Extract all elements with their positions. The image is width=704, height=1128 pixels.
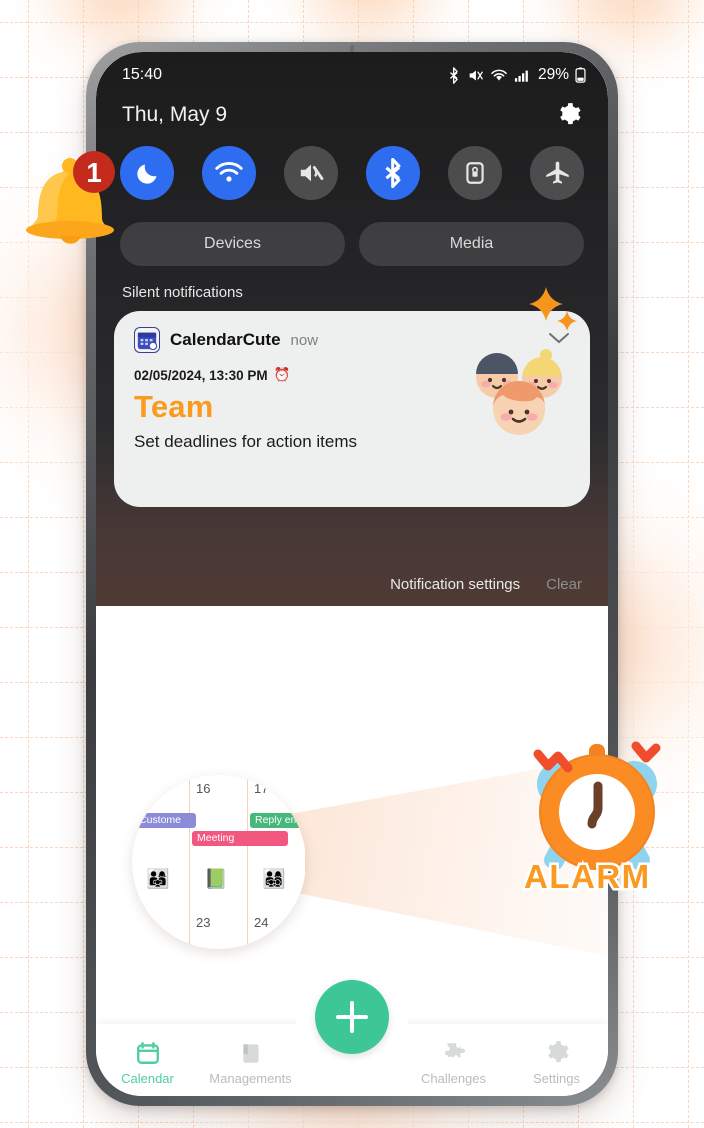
shade-action-row: Notification settings Clear	[96, 562, 608, 606]
shade-pills: Devices Media	[96, 200, 608, 266]
notification-datetime-text: 02/05/2024, 13:30 PM	[134, 367, 268, 383]
toggle-screen-lock[interactable]	[448, 146, 502, 200]
magnifier-day-cell: 24	[248, 909, 306, 949]
toggle-do-not-disturb[interactable]	[120, 146, 174, 200]
nav-item-calendar[interactable]: Calendar	[96, 1040, 199, 1096]
magnifier-event-chip: Custome	[134, 813, 196, 828]
wifi-icon	[215, 162, 243, 182]
shade-header: Thu, May 9	[96, 98, 608, 128]
magnifier-sticker: 📗	[204, 869, 228, 890]
magnifier-sticker: 👨‍👩‍👧	[146, 869, 170, 890]
phone-frame: 👨‍👩‍👦📗🧒👧📒🏠👵22232425262728PetWeadingStudy…	[86, 42, 618, 1106]
phone-screen: 👨‍👩‍👦📗🧒👧📒🏠👵22232425262728PetWeadingStudy…	[96, 52, 608, 1096]
notification-app-name: CalendarCute	[170, 330, 281, 349]
sparkle-icon	[556, 310, 578, 337]
magnifier-day-cell: 15	[132, 775, 190, 809]
magnifier-day-number: 24	[254, 915, 269, 930]
gear-icon	[547, 1041, 569, 1063]
magnifier-day-number: 22	[138, 915, 153, 930]
add-event-fab[interactable]	[315, 980, 389, 1054]
magnifier-day-number: 23	[196, 915, 211, 930]
gear-icon[interactable]	[556, 102, 582, 128]
calendar-app-icon	[134, 327, 160, 353]
toggle-airplane-mode[interactable]	[530, 146, 584, 200]
magnifier-day-number: 16	[196, 781, 211, 796]
nav-item-settings[interactable]: Settings	[505, 1040, 608, 1096]
book-icon	[242, 1044, 259, 1063]
toggle-bluetooth[interactable]	[366, 146, 420, 200]
airplane-icon	[545, 161, 569, 184]
devices-button[interactable]: Devices	[120, 222, 345, 266]
magnifier-day-number: 17	[254, 781, 269, 796]
puzzle-icon	[444, 1043, 465, 1058]
calendar-icon	[136, 1042, 159, 1064]
three-faces-icon	[468, 347, 568, 439]
quick-toggles	[96, 128, 608, 200]
media-button[interactable]: Media	[359, 222, 584, 266]
mute-icon	[300, 164, 324, 182]
lock-icon	[466, 162, 484, 184]
magnifier-day-cell: 17	[248, 775, 306, 809]
nav-label-calendar: Calendar	[121, 1071, 174, 1086]
magnifier-sticker: 👨‍👩‍👧‍👦	[262, 869, 286, 890]
bluetooth-icon	[384, 158, 400, 188]
notification-settings-button[interactable]: Notification settings	[390, 576, 520, 593]
battery-percent: 29%	[537, 66, 569, 83]
status-icons: 29%	[448, 66, 586, 84]
magnifier-day-body: Meeting 📗	[190, 809, 288, 909]
bell-sticker: 1	[8, 140, 126, 258]
toggle-wifi[interactable]	[202, 146, 256, 200]
notification-shade: 15:40 29% Thu, May 9 Devices Media Silen…	[96, 52, 608, 606]
bluetooth-icon	[449, 66, 458, 84]
nav-item-managements[interactable]: Managements	[199, 1040, 302, 1096]
nav-item-challenges[interactable]: Challenges	[402, 1040, 505, 1096]
magnifier-content: 15 16 17 Custome 👨‍👩‍👧 Meeting 📗 Reply emai 👨‍👩‍…	[132, 775, 306, 949]
shade-date: Thu, May 9	[122, 103, 228, 126]
status-time: 15:40	[122, 66, 163, 83]
magnifier-day-cell: 16	[190, 775, 248, 809]
toggle-sound-mute[interactable]	[284, 146, 338, 200]
nav-label-challenges: Challenges	[420, 1071, 487, 1086]
nav-label-settings: Settings	[533, 1071, 580, 1086]
magnifier-day-body: Reply emai 👨‍👩‍👧‍👦	[248, 809, 306, 909]
magnifier-day-cell: 22	[132, 909, 190, 949]
alarm-clock-icon: ⏰	[273, 367, 291, 382]
magnifier-event-chip: Reply emai	[250, 813, 306, 828]
magnifier-day-cell: 23	[190, 909, 248, 949]
moon-icon	[136, 164, 156, 184]
alarm-sticker-label: ALARM	[522, 856, 652, 898]
notification-time: now	[290, 331, 319, 349]
magnifier-day-body: Custome 👨‍👩‍👧	[132, 809, 196, 909]
mute-icon	[469, 70, 483, 80]
magnifier-day-number: 15	[138, 781, 153, 796]
magnifier-lens: 15 16 17 Custome 👨‍👩‍👧 Meeting 📗 Reply emai 👨‍👩‍…	[132, 775, 306, 949]
plus-icon	[336, 1001, 368, 1033]
notification-card[interactable]: CalendarCute now 02/05/2024, 13:30 PM ⏰ …	[114, 311, 590, 507]
wifi-icon	[491, 69, 507, 81]
battery-icon	[575, 67, 586, 83]
clear-button[interactable]: Clear	[546, 576, 582, 593]
signal-icon	[514, 70, 528, 82]
nav-label-managements: Managements	[209, 1071, 292, 1086]
bell-badge-count: 1	[86, 157, 102, 188]
status-bar: 15:40 29%	[96, 52, 608, 98]
